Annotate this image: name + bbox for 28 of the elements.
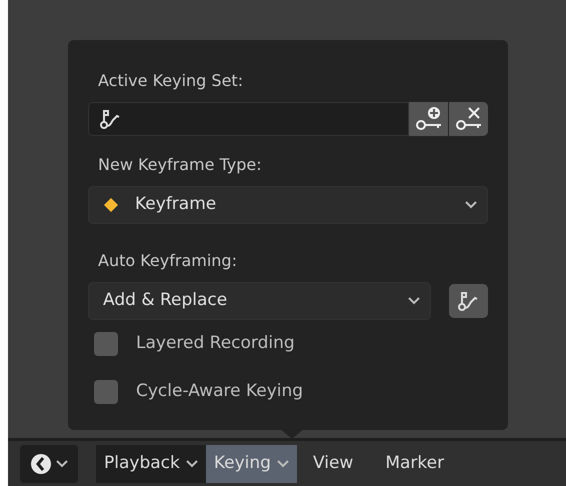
chevron-icon: [56, 460, 68, 468]
auto-keyframing-dropdown[interactable]: Add & Replace: [88, 282, 431, 320]
checkbox-label: Cycle-Aware Keying: [136, 380, 304, 404]
keyframe-diamond-icon: [103, 197, 119, 213]
keyframe-type-dropdown[interactable]: Keyframe: [88, 186, 488, 224]
menu-button[interactable]: Playback: [96, 444, 206, 482]
keying-set-only-button[interactable]: [449, 284, 488, 318]
checkbox[interactable]: [94, 332, 118, 356]
menu-button[interactable]: View: [296, 444, 370, 482]
chevron-icon: [465, 201, 477, 209]
checkbox[interactable]: [94, 380, 118, 404]
remove-keying-set-button[interactable]: [449, 102, 488, 136]
chevron-icon: [186, 460, 198, 468]
key-remove-icon: [454, 106, 484, 132]
field-label: Active Keying Set:: [97, 70, 244, 92]
chevron-icon: [276, 460, 289, 468]
key-add-icon: [414, 106, 444, 132]
menu-button[interactable]: Marker: [369, 444, 460, 482]
keying-set-icon: [456, 289, 480, 313]
clock-icon: [30, 452, 52, 474]
add-keying-set-button[interactable]: [409, 102, 448, 136]
field-label: New Keyframe Type:: [97, 154, 263, 176]
keying-set-field[interactable]: [88, 102, 409, 136]
field-label: Auto Keyframing:: [97, 250, 238, 272]
checkbox-label: Layered Recording: [136, 332, 295, 356]
editor-type-button[interactable]: [20, 444, 78, 482]
menu-button[interactable]: Keying: [206, 444, 297, 482]
chevron-icon: [408, 297, 420, 305]
